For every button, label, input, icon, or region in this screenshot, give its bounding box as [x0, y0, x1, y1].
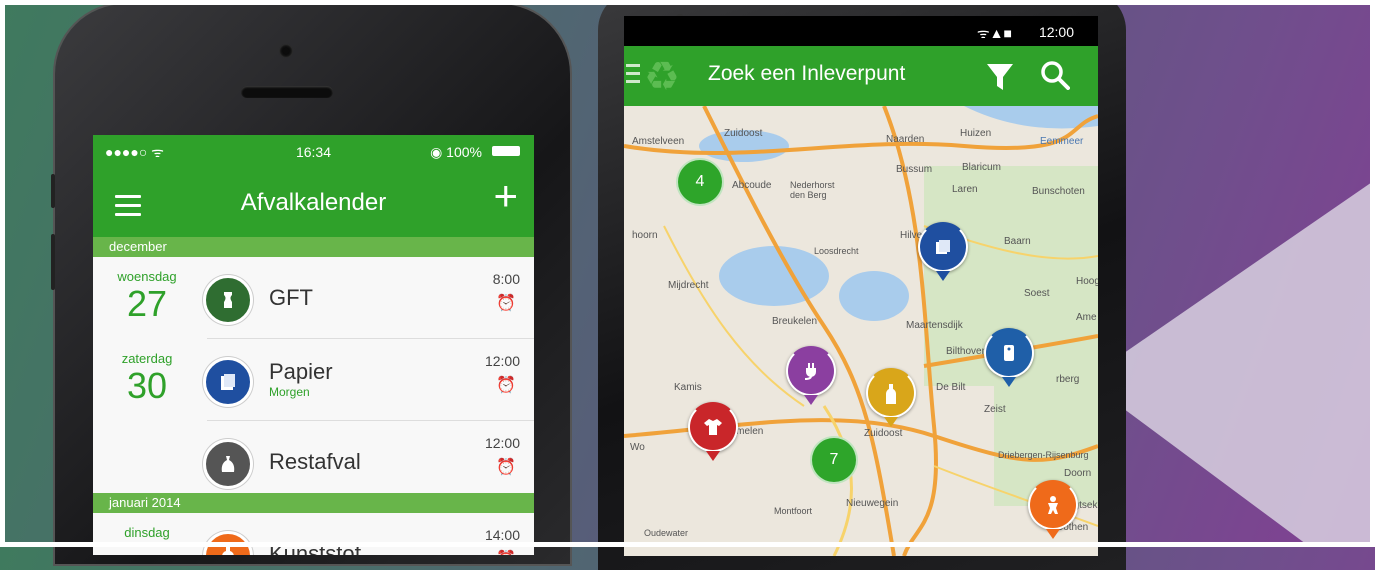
- battery-percent: ◉ 100%: [430, 144, 482, 160]
- clothing-shirt-pin-icon[interactable]: [688, 402, 738, 461]
- map-label: Bunschoten: [1032, 186, 1085, 197]
- android-status-bar: ᯤ▲■ 12:00: [624, 16, 1098, 46]
- page-title: Afvalkalender: [240, 189, 387, 216]
- calendar-row[interactable]: dinsdag Kunststof 14:00 ⏰: [93, 513, 534, 555]
- waste-type-label: Kunststof: [269, 541, 361, 555]
- waste-type-label: GFT: [269, 285, 313, 310]
- plastic-bottle-icon: [203, 531, 253, 555]
- glass-bottle-pin-icon[interactable]: [866, 368, 916, 427]
- pickup-time: 14:00: [484, 527, 520, 543]
- map-label: Loosdrecht: [814, 246, 859, 256]
- map-label: Ame: [1076, 312, 1097, 323]
- map-label: Abcoude: [732, 180, 772, 191]
- map-label: Huizen: [960, 128, 992, 139]
- pickup-time: 8:00: [492, 271, 520, 287]
- map-label: Naarden: [886, 134, 925, 145]
- wifi-signal-battery-icons: ᯤ▲■: [976, 25, 1012, 41]
- page-title: Zoek een Inleverpunt: [708, 62, 906, 85]
- apple-core-icon: [203, 275, 253, 325]
- alarm-off-icon[interactable]: ⏰: [496, 549, 516, 555]
- day-number: 30: [126, 365, 168, 406]
- calendar-row[interactable]: Restafval 12:00 ⏰: [93, 421, 534, 503]
- paper-pin-icon[interactable]: [918, 222, 968, 281]
- map-label: Kamis: [674, 382, 702, 393]
- ios-status-bar: ●●●●○ ᯤ 16:34 ◉ 100%: [93, 135, 534, 171]
- filter-icon[interactable]: [986, 62, 1014, 92]
- waste-type-label: Papier: [269, 359, 333, 384]
- map-label: Breukelen: [772, 316, 818, 327]
- cluster-marker[interactable]: 7: [810, 436, 858, 484]
- iphone-device: ●●●●○ ᯤ 16:34 ◉ 100% Afvalkalender + dec…: [51, 4, 570, 564]
- map-label: Oudewater: [644, 528, 689, 538]
- app-nav-bar: Afvalkalender +: [93, 171, 534, 237]
- map-view[interactable]: Amstelveen Zuidoost Naarden Huizen Eemme…: [624, 106, 1098, 556]
- map-label: Bussum: [896, 164, 933, 175]
- tomorrow-label: Morgen: [269, 385, 310, 399]
- map-label: rberg: [1056, 374, 1080, 385]
- section-header: december: [93, 237, 534, 257]
- alarm-off-icon[interactable]: ⏰: [496, 457, 516, 477]
- android-screen: ᯤ▲■ 12:00 ♻ Zoek een Inleverpunt Amstelv…: [624, 16, 1098, 556]
- map-label: Baarn: [1004, 236, 1031, 247]
- status-time: 12:00: [1038, 24, 1074, 40]
- map-label: Maartensdijk: [906, 320, 963, 331]
- android-device: ᯤ▲■ 12:00 ♻ Zoek een Inleverpunt Amstelv…: [598, 0, 1126, 570]
- day-of-week: zaterdag: [121, 351, 173, 366]
- map-label: Driebergen-Rijsenburg: [998, 450, 1089, 460]
- map-label: Eemmeer: [1040, 136, 1084, 147]
- day-of-week: dinsdag: [124, 525, 170, 540]
- map-label: Nederhorst den Berg: [790, 180, 835, 200]
- trash-bag-icon: [203, 439, 253, 489]
- map-label: Hoog: [1076, 276, 1098, 287]
- calendar-row[interactable]: zaterdag 30 Papier Morgen 12:00 ⏰: [93, 339, 534, 421]
- toy-figure-pin-icon[interactable]: [1028, 480, 1078, 539]
- map-label: Montfoort: [774, 506, 813, 516]
- waste-type-label: Restafval: [269, 449, 361, 474]
- volume-button: [51, 234, 55, 290]
- paper-icon: [203, 357, 253, 407]
- pickup-time: 12:00: [484, 435, 520, 451]
- battery-icon: [492, 146, 520, 156]
- add-button[interactable]: +: [493, 175, 518, 217]
- map-label: hoorn: [632, 230, 658, 241]
- earpiece: [241, 86, 333, 98]
- electronics-plug-pin-icon[interactable]: [786, 346, 836, 405]
- map-label: Soest: [1024, 288, 1050, 299]
- map-label: Zuidoost: [864, 428, 903, 439]
- map-label: De Bilt: [936, 382, 966, 393]
- map-label: Laren: [952, 184, 978, 195]
- section-header: januari 2014: [93, 493, 534, 513]
- map-label: Zuidoost: [724, 128, 763, 139]
- map-label: Wo: [630, 442, 645, 453]
- map-label: Amstelveen: [632, 136, 685, 147]
- map-label: Bilthoven: [946, 346, 988, 357]
- map-label: Zeist: [984, 404, 1006, 415]
- calendar-row[interactable]: woensdag 27 GFT 8:00 ⏰: [93, 257, 534, 339]
- day-of-week: woensdag: [117, 269, 177, 284]
- mute-switch: [51, 174, 55, 208]
- iphone-screen: ●●●●○ ᯤ 16:34 ◉ 100% Afvalkalender + dec…: [93, 135, 534, 555]
- alarm-off-icon[interactable]: ⏰: [496, 293, 516, 313]
- map-label: Blaricum: [962, 162, 1001, 173]
- map-label: Doorn: [1064, 468, 1092, 479]
- day-number: 27: [126, 283, 168, 324]
- hamburger-menu-icon[interactable]: [626, 64, 640, 88]
- recycle-logo-icon: ♻: [644, 55, 680, 99]
- pickup-time: 12:00: [484, 353, 520, 369]
- app-action-bar: ♻ Zoek een Inleverpunt: [624, 46, 1098, 106]
- decorative-triangle: [1085, 180, 1375, 547]
- textile-tag-pin-icon[interactable]: [984, 328, 1034, 387]
- search-icon[interactable]: [1040, 60, 1070, 90]
- cluster-marker[interactable]: 4: [676, 158, 724, 206]
- map-label: Nieuwegein: [846, 498, 899, 509]
- alarm-on-icon[interactable]: ⏰: [496, 375, 516, 395]
- camera-icon: [279, 44, 293, 58]
- map-label: Mijdrecht: [668, 280, 709, 291]
